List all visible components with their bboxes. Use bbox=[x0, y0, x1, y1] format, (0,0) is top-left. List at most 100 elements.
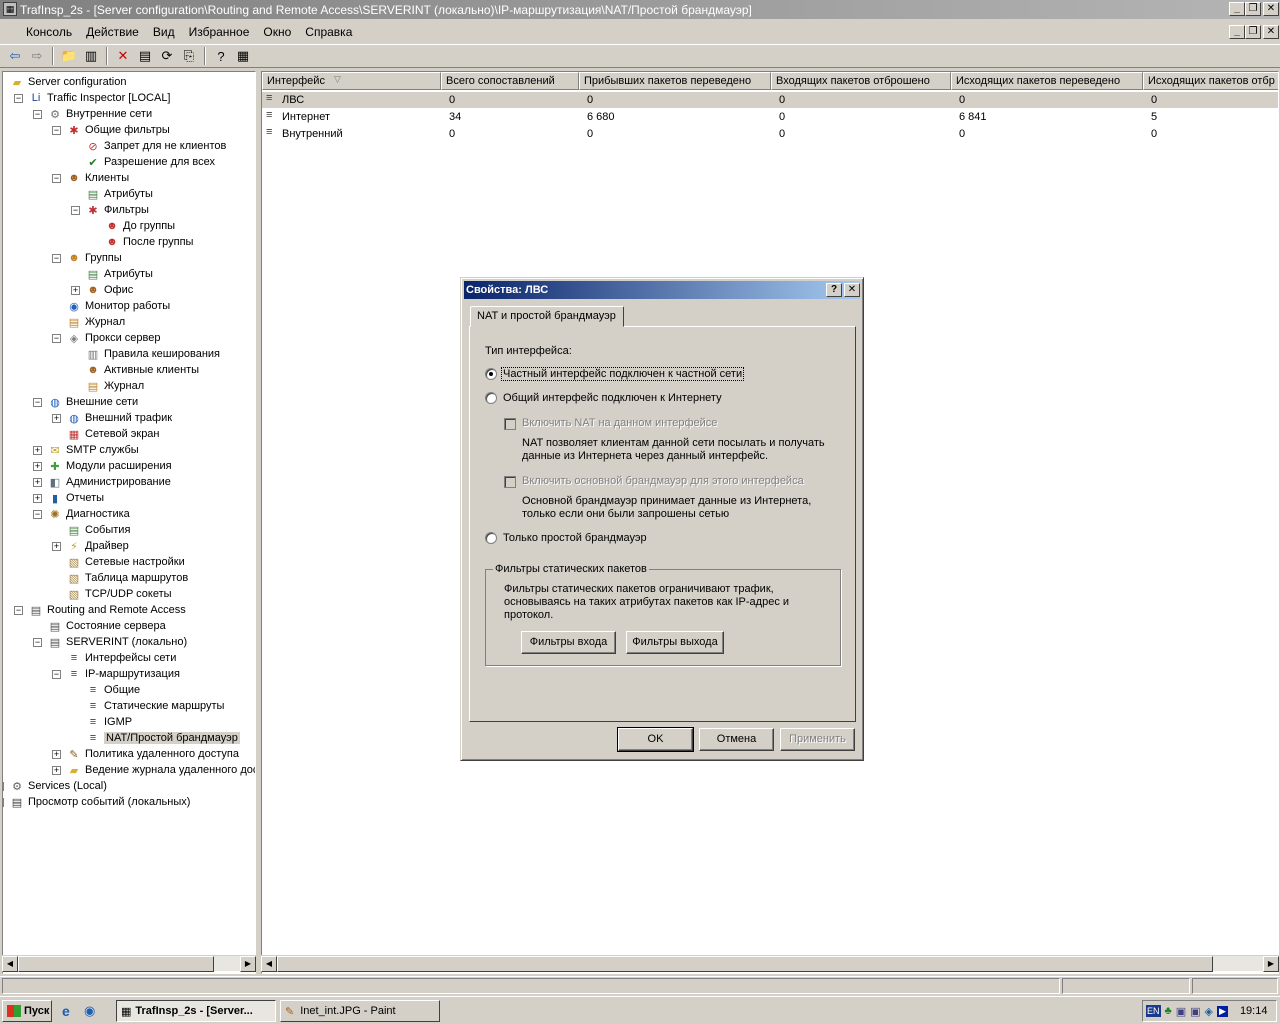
tree-node[interactable]: ☻ Офис bbox=[85, 282, 133, 298]
table-row[interactable]: ≡ Внутренний 0 0 0 0 0 bbox=[262, 126, 1278, 142]
tree-expander[interactable]: − bbox=[33, 110, 42, 119]
tree-expander[interactable]: + bbox=[71, 286, 80, 295]
tab-nat[interactable]: NAT и простой брандмауэр bbox=[470, 306, 624, 327]
connection-tray-icon[interactable]: ▣ bbox=[1176, 1005, 1186, 1018]
checkbox-firewall-label[interactable]: Включить основной брандмауэр для этого и… bbox=[522, 475, 804, 487]
tree-expander[interactable]: + bbox=[3, 782, 4, 791]
properties-icon[interactable]: ▤ bbox=[134, 46, 156, 66]
tree-node[interactable]: ✎ Политика удаленного доступа bbox=[66, 746, 239, 762]
tree-node[interactable]: ✱ Фильтры bbox=[85, 202, 148, 218]
tree-expander[interactable]: + bbox=[52, 750, 61, 759]
menu-window[interactable]: Окно bbox=[256, 25, 298, 39]
monitor-tray-icon[interactable]: ▣ bbox=[1190, 1005, 1200, 1018]
refresh-icon[interactable]: ⟳ bbox=[156, 46, 178, 66]
tree-node[interactable]: ≡ IP-маршрутизация bbox=[66, 666, 180, 682]
language-indicator[interactable]: EN bbox=[1146, 1005, 1161, 1017]
media-tray-icon[interactable]: ▶ bbox=[1217, 1005, 1228, 1017]
scroll-left-icon[interactable]: ◀ bbox=[2, 956, 18, 972]
task-paint[interactable]: ✎ Inet_int.JPG - Paint bbox=[280, 1000, 440, 1022]
tree-node[interactable]: ▤ SERVERINT (локально) bbox=[47, 634, 187, 650]
child-minimize-button[interactable]: _ bbox=[1229, 25, 1245, 39]
tree-node[interactable]: ≡ IGMP bbox=[85, 714, 132, 730]
tree-node[interactable]: ☻ До группы bbox=[104, 218, 175, 234]
tree-node[interactable]: ⚙ Services (Local) bbox=[9, 778, 107, 794]
radio-public[interactable] bbox=[485, 392, 497, 404]
column-header[interactable]: Исходящих пакетов отбр bbox=[1143, 72, 1278, 90]
quicklaunch-icon[interactable]: ◉ bbox=[84, 1003, 100, 1019]
tree-node[interactable]: ▤ Состояние сервера bbox=[47, 618, 166, 634]
tree-expander[interactable]: − bbox=[52, 174, 61, 183]
tree-node[interactable]: ◍ Внешний трафик bbox=[66, 410, 172, 426]
tree-expander[interactable]: − bbox=[52, 126, 61, 135]
help-icon[interactable]: ? bbox=[210, 46, 232, 66]
tree-node[interactable]: ▤ Атрибуты bbox=[85, 186, 153, 202]
tree-node[interactable]: ▰ Server configuration bbox=[9, 74, 127, 90]
radio-private[interactable] bbox=[485, 368, 497, 380]
radio-private-label[interactable]: Частный интерфейс подключен к частной се… bbox=[500, 367, 745, 381]
tree-node[interactable]: ⚙ Внутренние сети bbox=[47, 106, 152, 122]
tree-expander[interactable]: + bbox=[52, 766, 61, 775]
minimize-button[interactable]: _ bbox=[1229, 2, 1245, 16]
tree-node[interactable]: ▤ Журнал bbox=[66, 314, 125, 330]
forward-icon[interactable]: ⇨ bbox=[26, 46, 48, 66]
scroll-right-icon[interactable]: ▶ bbox=[1263, 956, 1279, 972]
cancel-button[interactable]: Отмена bbox=[699, 728, 774, 751]
tree-node[interactable]: ▤ Атрибуты bbox=[85, 266, 153, 282]
column-header[interactable]: Всего сопоставлений bbox=[441, 72, 579, 90]
tree-node[interactable]: Li Traffic Inspector [LOCAL] bbox=[28, 90, 171, 106]
up-folder-icon[interactable]: 📁 bbox=[58, 46, 80, 66]
tree-expander[interactable]: + bbox=[3, 798, 4, 807]
tree-node[interactable]: ▧ TCP/UDP сокеты bbox=[66, 586, 172, 602]
tree-node[interactable]: ◉ Монитор работы bbox=[66, 298, 170, 314]
ie-icon[interactable]: e bbox=[62, 1003, 78, 1019]
menu-view[interactable]: Вид bbox=[146, 25, 182, 39]
checkbox-nat-label[interactable]: Включить NAT на данном интерфейсе bbox=[522, 417, 717, 429]
output-filters-button[interactable]: Фильтры выхода bbox=[626, 631, 724, 654]
task-trafinsp[interactable]: ▦ TrafInsp_2s - [Server... bbox=[116, 1000, 276, 1022]
tree-expander[interactable]: − bbox=[14, 606, 23, 615]
tree-node[interactable]: ☻ После группы bbox=[104, 234, 193, 250]
tree-node[interactable]: ✚ Модули расширения bbox=[47, 458, 171, 474]
apply-button[interactable]: Применить bbox=[780, 728, 855, 751]
tree-expander[interactable]: − bbox=[52, 254, 61, 263]
export-icon[interactable]: ⎘ bbox=[178, 46, 200, 66]
column-header[interactable]: Исходящих пакетов переведено bbox=[951, 72, 1143, 90]
close-button[interactable]: ✕ bbox=[1263, 2, 1279, 16]
tree-expander[interactable]: − bbox=[33, 638, 42, 647]
tree-node[interactable]: ≡ Статические маршруты bbox=[85, 698, 225, 714]
tree-expander[interactable]: + bbox=[33, 462, 42, 471]
checkbox-nat[interactable] bbox=[504, 418, 516, 430]
start-button[interactable]: Пуск bbox=[2, 1000, 52, 1022]
tree-expander[interactable]: − bbox=[52, 670, 61, 679]
scroll-thumb[interactable] bbox=[18, 956, 214, 972]
tree-node[interactable]: ✔ Разрешение для всех bbox=[85, 154, 215, 170]
scroll-thumb[interactable] bbox=[277, 956, 1213, 972]
tree-node[interactable]: ✱ Общие фильтры bbox=[66, 122, 169, 138]
table-row[interactable]: ≡ Интернет 34 6 680 0 6 841 5 bbox=[262, 109, 1278, 125]
show-tree-icon[interactable]: ▥ bbox=[80, 46, 102, 66]
scroll-left-icon[interactable]: ◀ bbox=[261, 956, 277, 972]
tree-node[interactable]: ▦ Сетевой экран bbox=[66, 426, 160, 442]
back-icon[interactable]: ⇦ bbox=[4, 46, 26, 66]
tree-node[interactable]: ☻ Клиенты bbox=[66, 170, 129, 186]
tree-node[interactable]: ▤ События bbox=[66, 522, 131, 538]
ok-button[interactable]: OK bbox=[617, 727, 694, 752]
column-header[interactable]: Входящих пакетов отброшено bbox=[771, 72, 951, 90]
tree-node[interactable]: ▧ Таблица маршрутов bbox=[66, 570, 188, 586]
list-hscrollbar[interactable]: ◀ ▶ bbox=[261, 955, 1279, 972]
tree-expander[interactable]: − bbox=[33, 510, 42, 519]
child-restore-button[interactable]: ❐ bbox=[1245, 25, 1261, 39]
tree-expander[interactable]: − bbox=[71, 206, 80, 215]
tree-node[interactable]: ◧ Администрирование bbox=[47, 474, 171, 490]
network-tray-icon[interactable]: ♣ bbox=[1165, 1005, 1172, 1017]
radio-firewall-only-label[interactable]: Только простой брандмауэр bbox=[503, 532, 647, 544]
table-row[interactable]: ≡ ЛВС 0 0 0 0 0 bbox=[262, 92, 1278, 108]
scroll-right-icon[interactable]: ▶ bbox=[240, 956, 256, 972]
delete-icon[interactable]: ✕ bbox=[112, 46, 134, 66]
tree-node[interactable]: ☻ Группы bbox=[66, 250, 121, 266]
tree-node[interactable]: ⚡ Драйвер bbox=[66, 538, 129, 554]
checkbox-firewall[interactable] bbox=[504, 476, 516, 488]
tree-node[interactable]: ☻ Активные клиенты bbox=[85, 362, 199, 378]
tree-node[interactable]: ✺ Диагностика bbox=[47, 506, 129, 522]
dialog-close-button[interactable]: ✕ bbox=[844, 283, 860, 297]
